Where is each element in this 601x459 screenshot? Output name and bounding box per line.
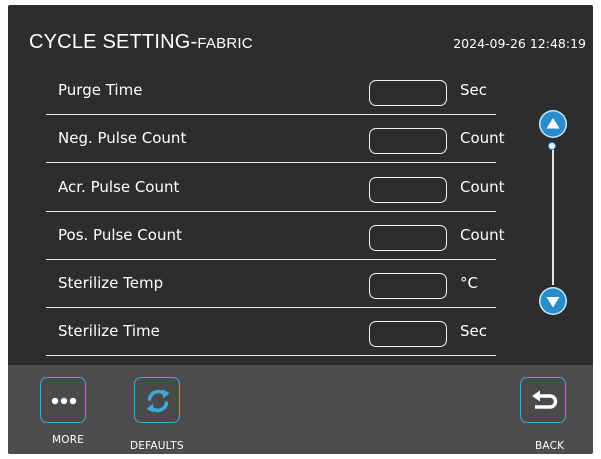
pos-pulse-count-field[interactable] (369, 225, 447, 251)
back-button-label: BACK (535, 440, 565, 452)
purge-time-field[interactable] (369, 80, 447, 106)
sterilize-temp-field[interactable] (369, 273, 447, 299)
setting-label: Sterilize Temp (58, 274, 164, 292)
triangle-up-icon (546, 118, 560, 129)
setting-row-sterilize-time: Sterilize Time Sec (46, 310, 496, 356)
setting-row-purge-time: Purge Time Sec (46, 69, 496, 115)
sterilize-time-field[interactable] (369, 321, 447, 347)
setting-row-pos-pulse-count: Pos. Pulse Count Count (46, 214, 505, 260)
setting-unit: Sec (460, 81, 487, 99)
return-arrow-icon (532, 390, 558, 409)
more-button-label: MORE (52, 434, 85, 446)
setting-row-sterilize-temp: Sterilize Temp °C (46, 262, 496, 308)
row-divider (46, 114, 496, 115)
row-divider (46, 211, 496, 212)
setting-unit: Sec (460, 322, 487, 340)
page-title: CYCLE SETTING-FABRIC (29, 31, 253, 54)
ellipsis-icon (51, 397, 77, 405)
setting-label: Neg. Pulse Count (58, 129, 187, 147)
scroll-track[interactable] (552, 145, 554, 285)
defaults-button-label: DEFAULTS (130, 440, 184, 452)
setting-unit: °C (460, 274, 478, 292)
row-divider (46, 355, 496, 356)
row-divider (46, 307, 496, 308)
footer-bar: MORE DEFAULTS BACK (8, 365, 593, 454)
row-divider (46, 259, 496, 260)
setting-unit: Count (460, 226, 505, 244)
setting-row-acr-pulse-count: Acr. Pulse Count Count (46, 166, 505, 212)
screen: CYCLE SETTING-FABRIC 2024-09-26 12:48:19… (8, 5, 593, 454)
scroll-down-button[interactable] (539, 287, 567, 315)
setting-unit: Count (460, 129, 505, 147)
page-title-program: FABRIC (197, 35, 253, 52)
triangle-down-icon (546, 297, 560, 308)
scroll-thumb[interactable] (548, 142, 556, 150)
back-button[interactable] (520, 377, 566, 423)
refresh-icon (146, 389, 170, 413)
row-divider (46, 162, 496, 163)
setting-unit: Count (460, 178, 505, 196)
defaults-button[interactable] (134, 377, 180, 423)
more-button[interactable] (40, 377, 86, 423)
datetime-display: 2024-09-26 12:48:19 (453, 36, 586, 51)
setting-label: Acr. Pulse Count (58, 178, 180, 196)
scroll-up-button[interactable] (539, 110, 567, 138)
page-title-main: CYCLE SETTING- (29, 31, 198, 53)
setting-row-neg-pulse-count: Neg. Pulse Count Count (46, 117, 505, 163)
setting-label: Pos. Pulse Count (58, 226, 182, 244)
acr-pulse-count-field[interactable] (369, 177, 447, 203)
neg-pulse-count-field[interactable] (369, 128, 447, 154)
setting-label: Purge Time (58, 81, 143, 99)
setting-label: Sterilize Time (58, 322, 160, 340)
